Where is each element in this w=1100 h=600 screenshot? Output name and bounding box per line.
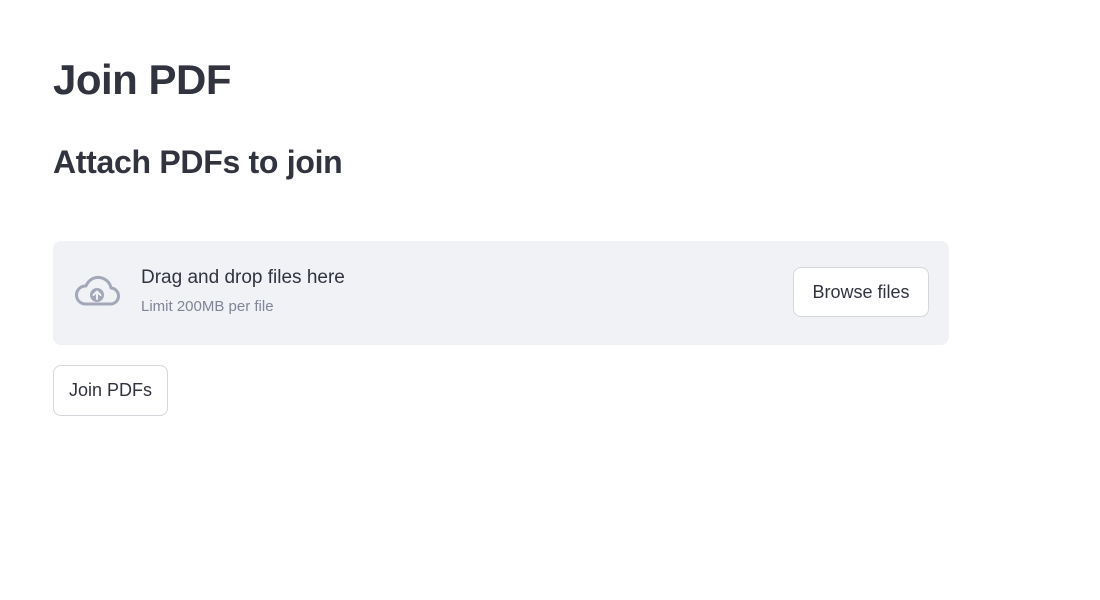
join-pdfs-button[interactable]: Join PDFs [53,365,168,416]
page-title: Join PDF [53,56,232,103]
page-subtitle: Attach PDFs to join [53,144,343,180]
cloud-upload-icon [73,274,121,312]
file-uploader-dropzone[interactable]: Drag and drop files here Limit 200MB per… [53,241,949,345]
uploader-primary-text: Drag and drop files here [141,267,345,288]
main-page: Join PDF Attach PDFs to join Drag and dr… [0,0,1100,600]
browse-files-button[interactable]: Browse files [793,267,929,317]
uploader-instructions: Drag and drop files here Limit 200MB per… [141,265,345,317]
uploader-limit-text: Limit 200MB per file [141,298,274,315]
